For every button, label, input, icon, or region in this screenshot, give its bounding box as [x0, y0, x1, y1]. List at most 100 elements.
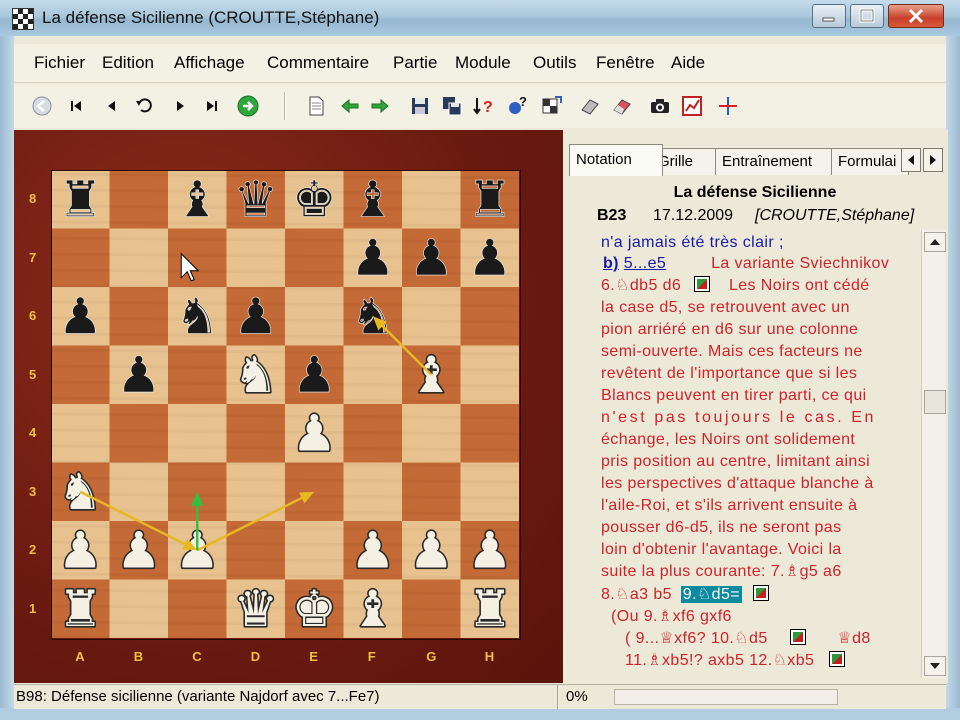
title-bar[interactable]: La défense Sicilienne (CROUTTE,Stéphane): [0, 0, 960, 36]
move-text[interactable]: ( 9...♕xf6? 10.♘d5: [625, 630, 768, 647]
notation-line[interactable]: n'a jamais été très clair ;: [601, 232, 784, 254]
rank-label: 6: [29, 308, 37, 324]
current-move[interactable]: 9.♘d5=: [680, 586, 743, 603]
sort-question-icon[interactable]: ?: [472, 94, 496, 118]
scroll-up-button[interactable]: [924, 232, 946, 252]
diagram-icon[interactable]: [752, 585, 769, 601]
eraser-icon[interactable]: [578, 94, 602, 118]
variation-label[interactable]: b): [603, 255, 619, 272]
notation-scrollbar[interactable]: [921, 230, 946, 678]
notation-line[interactable]: suite la plus courante: 7.♗g5 a6: [601, 561, 842, 583]
move-text[interactable]: 6.♘db5 d6: [601, 277, 681, 294]
maximize-button[interactable]: [850, 4, 884, 28]
play-green-icon[interactable]: [236, 94, 260, 118]
scroll-down-button[interactable]: [924, 656, 946, 676]
diagram-icon[interactable]: [694, 276, 711, 292]
diagram-icon[interactable]: [829, 651, 846, 667]
prev-move-icon[interactable]: [100, 94, 124, 118]
notation-line[interactable]: 11.♗xb5!? axb5 12.♘xb5: [625, 650, 846, 672]
new-document-icon[interactable]: [304, 94, 328, 118]
tab-notation[interactable]: Notation: [569, 144, 663, 176]
file-label: D: [250, 649, 261, 664]
game-date: 17.12.2009: [653, 207, 734, 224]
tab-scroll-left-button[interactable]: [901, 148, 921, 172]
move-link[interactable]: 5...e5: [624, 255, 666, 272]
file-label: E: [309, 649, 318, 664]
notation-line[interactable]: b) 5...e5 La variante Sviechnikov: [601, 253, 889, 275]
next-move-icon[interactable]: [168, 94, 192, 118]
notation-line: pousser d6-d5, ils ne seront pas: [601, 519, 842, 536]
arrow-left-icon: [908, 155, 914, 165]
file-label: C: [192, 649, 202, 664]
crosshair-icon[interactable]: [716, 94, 740, 118]
eco-code: B23: [597, 207, 627, 224]
menu-outils[interactable]: Outils: [533, 53, 576, 73]
last-move-icon[interactable]: [200, 94, 224, 118]
first-move-icon[interactable]: [64, 94, 88, 118]
notation-line: pion arriéré en d6 sur une colonne: [601, 321, 859, 338]
diagram-icon[interactable]: [790, 629, 807, 645]
window-title: La défense Sicilienne (CROUTTE,Stéphane): [42, 8, 380, 27]
notation-line: la case d5, se retrouvent avec un: [601, 299, 850, 316]
save-disk-icon[interactable]: [408, 94, 432, 118]
notation-line: revêtent de l'importance que si les: [601, 365, 858, 382]
toolbar-separator: [284, 92, 286, 120]
notation-line[interactable]: 8.♘a3 b5 9.♘d5=: [601, 584, 769, 606]
game-title: La défense Sicilienne: [673, 184, 837, 201]
notation-line: semi-ouverte. Mais ces facteurs ne: [601, 343, 863, 360]
save-multiple-icon[interactable]: [440, 94, 464, 118]
rank-label: 5: [29, 366, 37, 382]
status-divider: [557, 685, 558, 709]
move-text[interactable]: ♕d8: [837, 630, 870, 647]
eraser-red-icon[interactable]: [610, 94, 634, 118]
chart-red-icon[interactable]: [680, 94, 704, 118]
arrow-left-green-icon[interactable]: [338, 94, 362, 118]
menu-affichage[interactable]: Affichage: [174, 53, 245, 73]
scroll-thumb[interactable]: [924, 390, 946, 414]
notation-text[interactable]: n'a jamais été très clair ; b) 5...e5 La…: [589, 230, 919, 682]
menu-edition[interactable]: Edition: [102, 53, 154, 73]
status-bar: B98: Défense sicilienne (variante Najdor…: [14, 684, 946, 709]
undo-icon[interactable]: [132, 94, 156, 118]
window-frame-left: [0, 36, 14, 720]
menu-bar: Fichier Edition Affichage Commentaire Partie…: [14, 44, 946, 83]
close-button[interactable]: [888, 4, 944, 28]
back-circle-icon[interactable]: [30, 94, 54, 118]
notation-line[interactable]: (Ou 9.♗xf6 gxf6: [611, 606, 732, 628]
arrow-right-icon: [930, 155, 936, 165]
arrow-right-green-icon[interactable]: [368, 94, 392, 118]
tab-scroll-right-button[interactable]: [923, 148, 943, 172]
svg-text:?: ?: [483, 99, 493, 116]
notation-line[interactable]: ( 9...♕xf6? 10.♘d5 ♕d8: [625, 628, 871, 650]
file-label: A: [75, 649, 85, 664]
move-text[interactable]: 8.♘a3 b5: [601, 586, 672, 603]
board-border: [51, 170, 521, 640]
rank-label: 1: [29, 600, 37, 616]
chessboard-app-icon[interactable]: [12, 8, 34, 30]
piece-question-icon[interactable]: ?: [506, 94, 530, 118]
comment-text: La variante Sviechnikov: [711, 255, 890, 272]
menu-fichier[interactable]: Fichier: [34, 53, 85, 73]
tab-formulai[interactable]: Formulai: [831, 148, 909, 175]
rank-label: 2: [29, 542, 37, 558]
file-label: G: [426, 649, 437, 664]
menu-aide[interactable]: Aide: [671, 53, 705, 73]
window-frame-bottom: [0, 708, 960, 720]
tab-entrainement[interactable]: Entraînement: [715, 148, 843, 175]
maximize-icon: [859, 8, 875, 23]
comment-text: Les Noirs ont cédé: [728, 277, 870, 294]
menu-module[interactable]: Module: [455, 53, 511, 73]
move-text[interactable]: 11.♗xb5!? axb5 12.♘xb5: [625, 652, 814, 669]
arrow-down-icon: [930, 663, 940, 669]
notation-line[interactable]: 6.♘db5 d6 Les Noirs ont cédé: [601, 275, 870, 297]
menu-fenêtre[interactable]: Fenêtre: [596, 53, 655, 73]
menu-partie[interactable]: Partie: [393, 53, 437, 73]
camera-icon[interactable]: [648, 94, 672, 118]
menu-commentaire[interactable]: Commentaire: [267, 53, 369, 73]
notation-panel: Notation Grille Entraînement Formulai La dé…: [567, 130, 948, 683]
minimize-icon: [822, 17, 835, 22]
minimize-button[interactable]: [812, 4, 846, 28]
notation-line: n'est pas toujours le cas. En: [601, 409, 877, 426]
rank-label: 3: [29, 483, 37, 499]
board-setup-icon[interactable]: [540, 94, 564, 118]
